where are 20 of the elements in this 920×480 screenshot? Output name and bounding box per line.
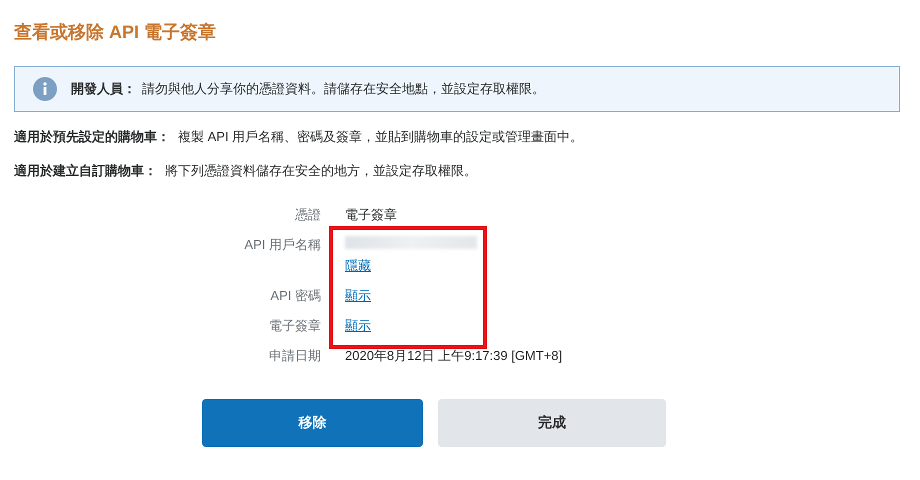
instruction-text: 將下列憑證資料儲存在安全的地方，並設定存取權限。 bbox=[165, 162, 477, 180]
field-value: 電子簽章 bbox=[345, 206, 397, 224]
field-label: API 用戶名稱 bbox=[244, 236, 321, 254]
notice-label: 開發人員： bbox=[71, 80, 136, 98]
field-label: 電子簽章 bbox=[269, 317, 321, 335]
field-label: API 密碼 bbox=[270, 287, 321, 305]
instruction-label: 適用於建立自訂購物車： bbox=[14, 162, 157, 180]
info-icon bbox=[33, 77, 57, 101]
instruction-label: 適用於預先設定的購物車： bbox=[14, 128, 170, 146]
page-title: 查看或移除 API 電子簽章 bbox=[14, 21, 218, 44]
instruction-text: 複製 API 用戶名稱、密碼及簽章，並貼到購物車的設定或管理畫面中。 bbox=[178, 128, 584, 146]
show-link[interactable]: 顯示 bbox=[345, 287, 371, 305]
field-label: 憑證 bbox=[295, 206, 321, 224]
field-label: 申請日期 bbox=[269, 347, 321, 365]
done-button[interactable]: 完成 bbox=[438, 399, 666, 447]
show-link[interactable]: 顯示 bbox=[345, 317, 371, 335]
notice-text: 請勿與他人分享你的憑證資料。請儲存在安全地點，並設定存取權限。 bbox=[142, 80, 545, 98]
hide-link[interactable]: 隱藏 bbox=[345, 257, 371, 275]
field-value: 2020年8月12日 上午9:17:39 [GMT+8] bbox=[345, 347, 562, 365]
remove-button[interactable]: 移除 bbox=[202, 399, 423, 447]
